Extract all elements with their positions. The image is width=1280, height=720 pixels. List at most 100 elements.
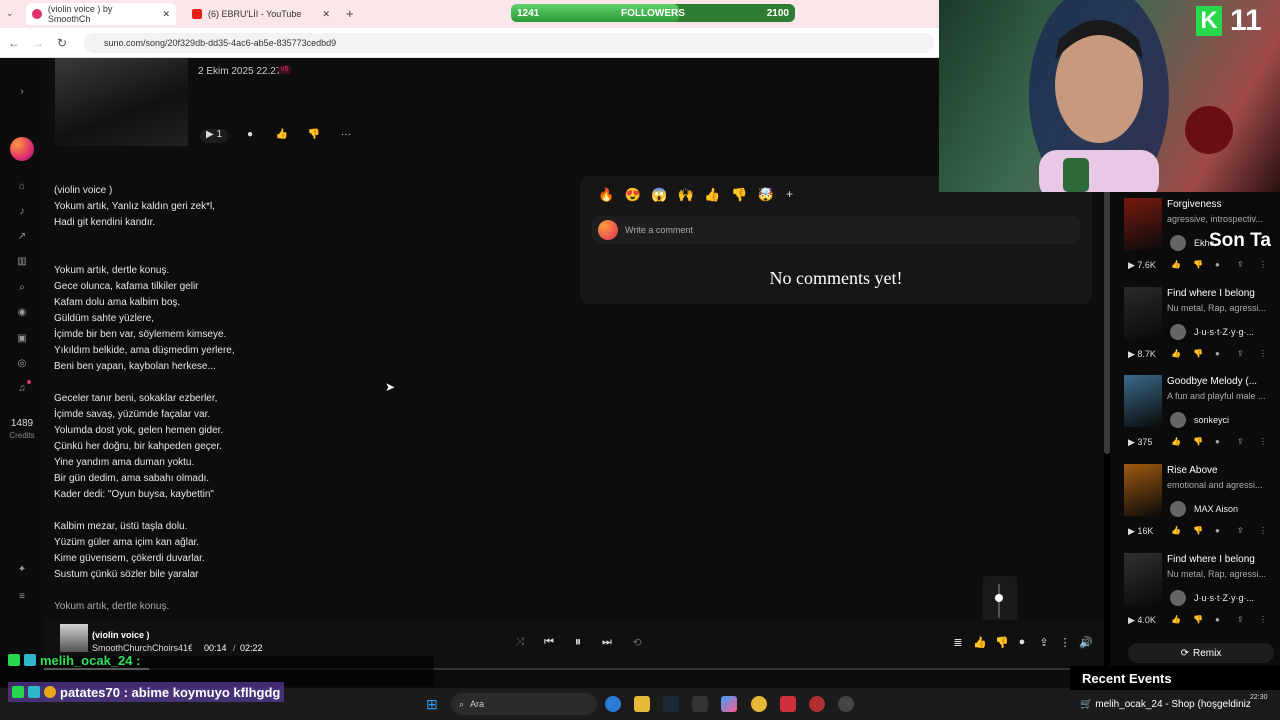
now-playing-title[interactable]: (violin voice ): [92, 630, 150, 640]
tab-youtube[interactable]: (6) EBRU'LİI - YouTube ✕: [186, 3, 336, 25]
card-author[interactable]: MAX Aison: [1194, 504, 1238, 514]
more-options-button[interactable]: ···: [336, 129, 356, 143]
play-icon[interactable]: ▶: [1128, 615, 1137, 625]
thumbs-down-icon[interactable]: 👎: [1193, 437, 1203, 446]
more-icon[interactable]: ⋮: [1259, 615, 1267, 624]
url-input[interactable]: suno.com/song/20f329db-dd35-4ac6-ab5e-83…: [84, 33, 934, 53]
reload-icon[interactable]: ↻: [54, 36, 70, 50]
hooks-icon[interactable]: ▣: [14, 333, 30, 347]
notifications-icon[interactable]: ♫: [14, 383, 30, 397]
thumbs-down-icon[interactable]: 👎: [1193, 260, 1203, 269]
close-icon[interactable]: ✕: [162, 9, 170, 20]
thumbs-down-icon[interactable]: 👎: [1193, 349, 1203, 358]
steam-icon[interactable]: [663, 696, 679, 712]
thumbs-up-icon[interactable]: 👍: [1171, 349, 1181, 358]
comment-icon[interactable]: ●: [1215, 349, 1220, 358]
tab-list-chevron-icon[interactable]: ⌄: [6, 8, 14, 19]
card-author[interactable]: sonkeyci: [1194, 415, 1229, 425]
card-title[interactable]: Goodbye Melody (...: [1167, 376, 1277, 387]
reaction-emoji[interactable]: 🙌: [678, 187, 694, 203]
card-cover-image[interactable]: [1124, 464, 1162, 516]
shuffle-icon[interactable]: ⤨: [512, 636, 528, 649]
card-author-avatar[interactable]: [1170, 235, 1186, 251]
comment-button[interactable]: ●: [240, 129, 260, 143]
more-icon[interactable]: ⋮: [1259, 260, 1267, 269]
reaction-emoji[interactable]: 👍: [704, 187, 720, 203]
card-cover-image[interactable]: [1124, 198, 1162, 250]
edge-icon[interactable]: [605, 696, 621, 712]
settings-gear-icon[interactable]: [838, 696, 854, 712]
play-icon[interactable]: ▶: [1128, 526, 1137, 536]
thumbs-up-icon[interactable]: 👍: [1171, 437, 1181, 446]
play-count-button[interactable]: ▶ 1: [200, 129, 228, 143]
thumbs-down-icon[interactable]: 👎: [994, 636, 1010, 649]
reaction-emoji[interactable]: 👎: [731, 187, 747, 203]
card-author[interactable]: J·u·s·t·Z·y·g·...: [1194, 593, 1254, 603]
next-icon[interactable]: ⏭: [599, 636, 615, 649]
card-author-avatar[interactable]: [1170, 412, 1186, 428]
comment-icon[interactable]: ●: [1215, 526, 1220, 535]
comment-icon[interactable]: ●: [1215, 615, 1220, 624]
file-explorer-icon[interactable]: [634, 696, 650, 712]
card-title[interactable]: Find where I belong: [1167, 288, 1277, 299]
more-menu-icon[interactable]: ≡: [14, 591, 30, 605]
pause-icon[interactable]: ⏸: [570, 634, 586, 650]
more-icon[interactable]: ⋮: [1259, 349, 1267, 358]
forward-icon[interactable]: →: [30, 36, 46, 50]
card-title[interactable]: Rise Above: [1167, 465, 1277, 476]
share-icon[interactable]: ⇪: [1036, 636, 1052, 649]
comment-icon[interactable]: ●: [1215, 437, 1220, 446]
app-icon[interactable]: [809, 696, 825, 712]
gift-icon[interactable]: ✦: [14, 564, 30, 578]
recorder-icon[interactable]: [780, 696, 796, 712]
new-tab-button[interactable]: +: [346, 6, 354, 21]
radio-icon[interactable]: ◉: [14, 307, 30, 321]
card-cover-image[interactable]: [1124, 375, 1162, 427]
share-icon[interactable]: ⇪: [1237, 349, 1244, 358]
more-icon[interactable]: ⋮: [1259, 526, 1267, 535]
card-cover-image[interactable]: [1124, 553, 1162, 605]
thumbs-down-icon[interactable]: 👎: [1193, 615, 1203, 624]
share-icon[interactable]: ⇪: [1237, 437, 1244, 446]
scrollbar-thumb[interactable]: [1104, 190, 1110, 454]
play-icon[interactable]: ▶: [1128, 437, 1137, 447]
reaction-emoji[interactable]: 😱: [651, 187, 667, 203]
card-author[interactable]: J·u·s·t·Z·y·g·...: [1194, 327, 1254, 337]
search-icon[interactable]: ⌕: [14, 282, 30, 296]
remix-button[interactable]: ⟳ Remix: [1128, 643, 1274, 663]
expand-sidebar-icon[interactable]: ›: [14, 86, 30, 100]
reaction-emoji[interactable]: 😍: [625, 187, 641, 203]
thumbs-up-icon[interactable]: 👍: [1171, 615, 1181, 624]
card-title[interactable]: Find where I belong: [1167, 554, 1277, 565]
reaction-emoji[interactable]: 🤯: [758, 187, 774, 203]
copilot-icon[interactable]: [721, 696, 737, 712]
share-icon[interactable]: ⇪: [1237, 260, 1244, 269]
volume-knob[interactable]: [995, 594, 1003, 602]
thumbs-up-icon[interactable]: 👍: [1171, 526, 1181, 535]
comment-icon[interactable]: ●: [1014, 636, 1030, 648]
thumbs-down-icon[interactable]: 👎: [1193, 526, 1203, 535]
now-playing-thumbnail[interactable]: [60, 624, 88, 652]
play-icon[interactable]: ▶: [1128, 349, 1137, 359]
tab-suno[interactable]: (violin voice ) by SmoothCh ✕: [26, 3, 176, 25]
user-avatar[interactable]: [10, 137, 34, 161]
card-author-avatar[interactable]: [1170, 501, 1186, 517]
add-reaction-button[interactable]: +: [786, 187, 793, 201]
close-icon[interactable]: ✕: [322, 9, 330, 20]
card-author-avatar[interactable]: [1170, 324, 1186, 340]
chrome-icon[interactable]: [751, 696, 767, 712]
play-icon[interactable]: ▶: [1128, 260, 1137, 270]
epic-games-icon[interactable]: [692, 696, 708, 712]
dislike-button[interactable]: 👎: [304, 129, 324, 143]
create-icon[interactable]: ♪: [14, 206, 30, 220]
studio-icon[interactable]: ◎: [14, 358, 30, 372]
reaction-emoji[interactable]: 🔥: [598, 187, 614, 203]
start-icon[interactable]: ⊞: [426, 696, 438, 713]
share-icon[interactable]: ⇪: [1237, 615, 1244, 624]
previous-icon[interactable]: ⏮: [541, 636, 557, 649]
volume-icon[interactable]: 🔊: [1078, 636, 1094, 649]
card-title[interactable]: Forgiveness: [1167, 199, 1277, 210]
more-icon[interactable]: ⋮: [1259, 437, 1267, 446]
library-icon[interactable]: ▥: [14, 256, 30, 270]
queue-icon[interactable]: ≣: [950, 636, 966, 649]
